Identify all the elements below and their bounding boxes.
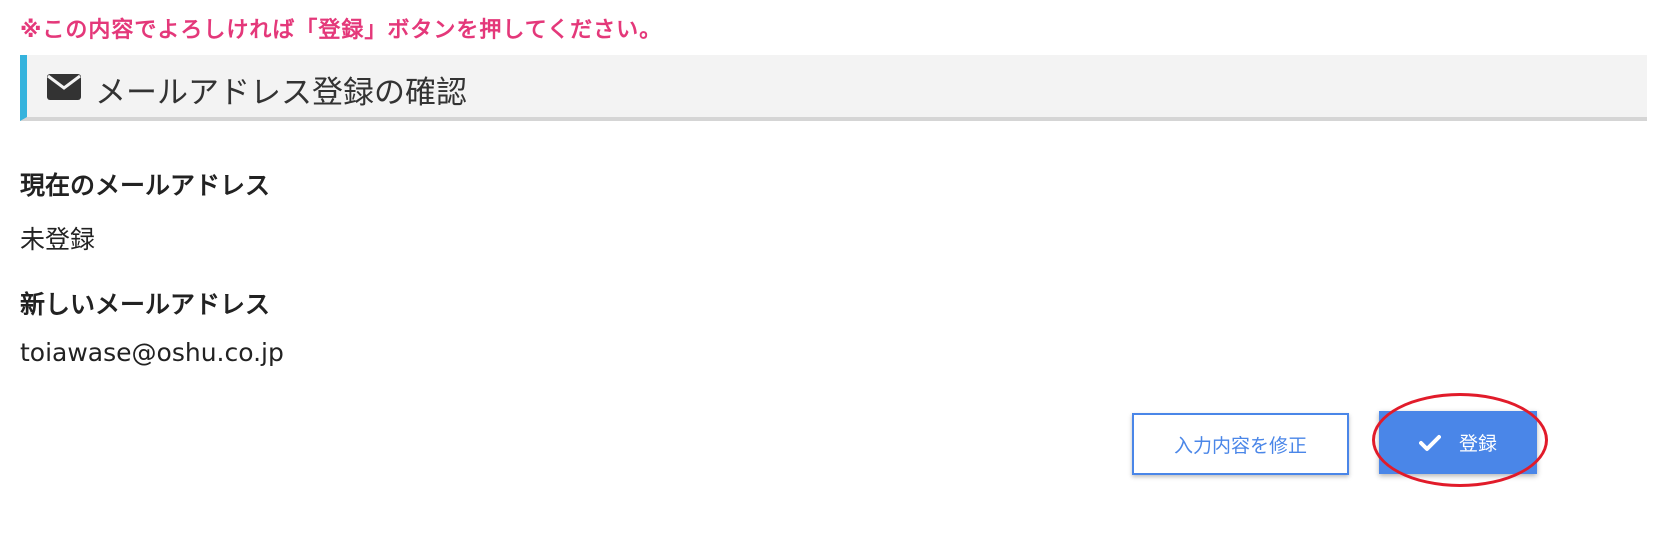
register-button[interactable]: 登録 <box>1379 411 1537 474</box>
edit-input-button[interactable]: 入力内容を修正 <box>1132 413 1349 475</box>
page-title: メールアドレス登録の確認 <box>95 75 467 111</box>
section-header: メールアドレス登録の確認 <box>20 55 1647 121</box>
check-icon <box>1418 434 1441 452</box>
confirmation-notice: ※この内容でよろしければ「登録」ボタンを押してください。 <box>20 18 663 43</box>
current-email-label: 現在のメールアドレス <box>20 171 271 200</box>
envelope-icon <box>47 74 81 100</box>
register-button-label: 登録 <box>1458 433 1497 455</box>
new-email-label: 新しいメールアドレス <box>20 290 271 319</box>
new-email-value: toiawase@oshu.co.jp <box>20 338 284 367</box>
current-email-value: 未登録 <box>20 225 96 254</box>
edit-input-button-label: 入力内容を修正 <box>1173 434 1307 457</box>
